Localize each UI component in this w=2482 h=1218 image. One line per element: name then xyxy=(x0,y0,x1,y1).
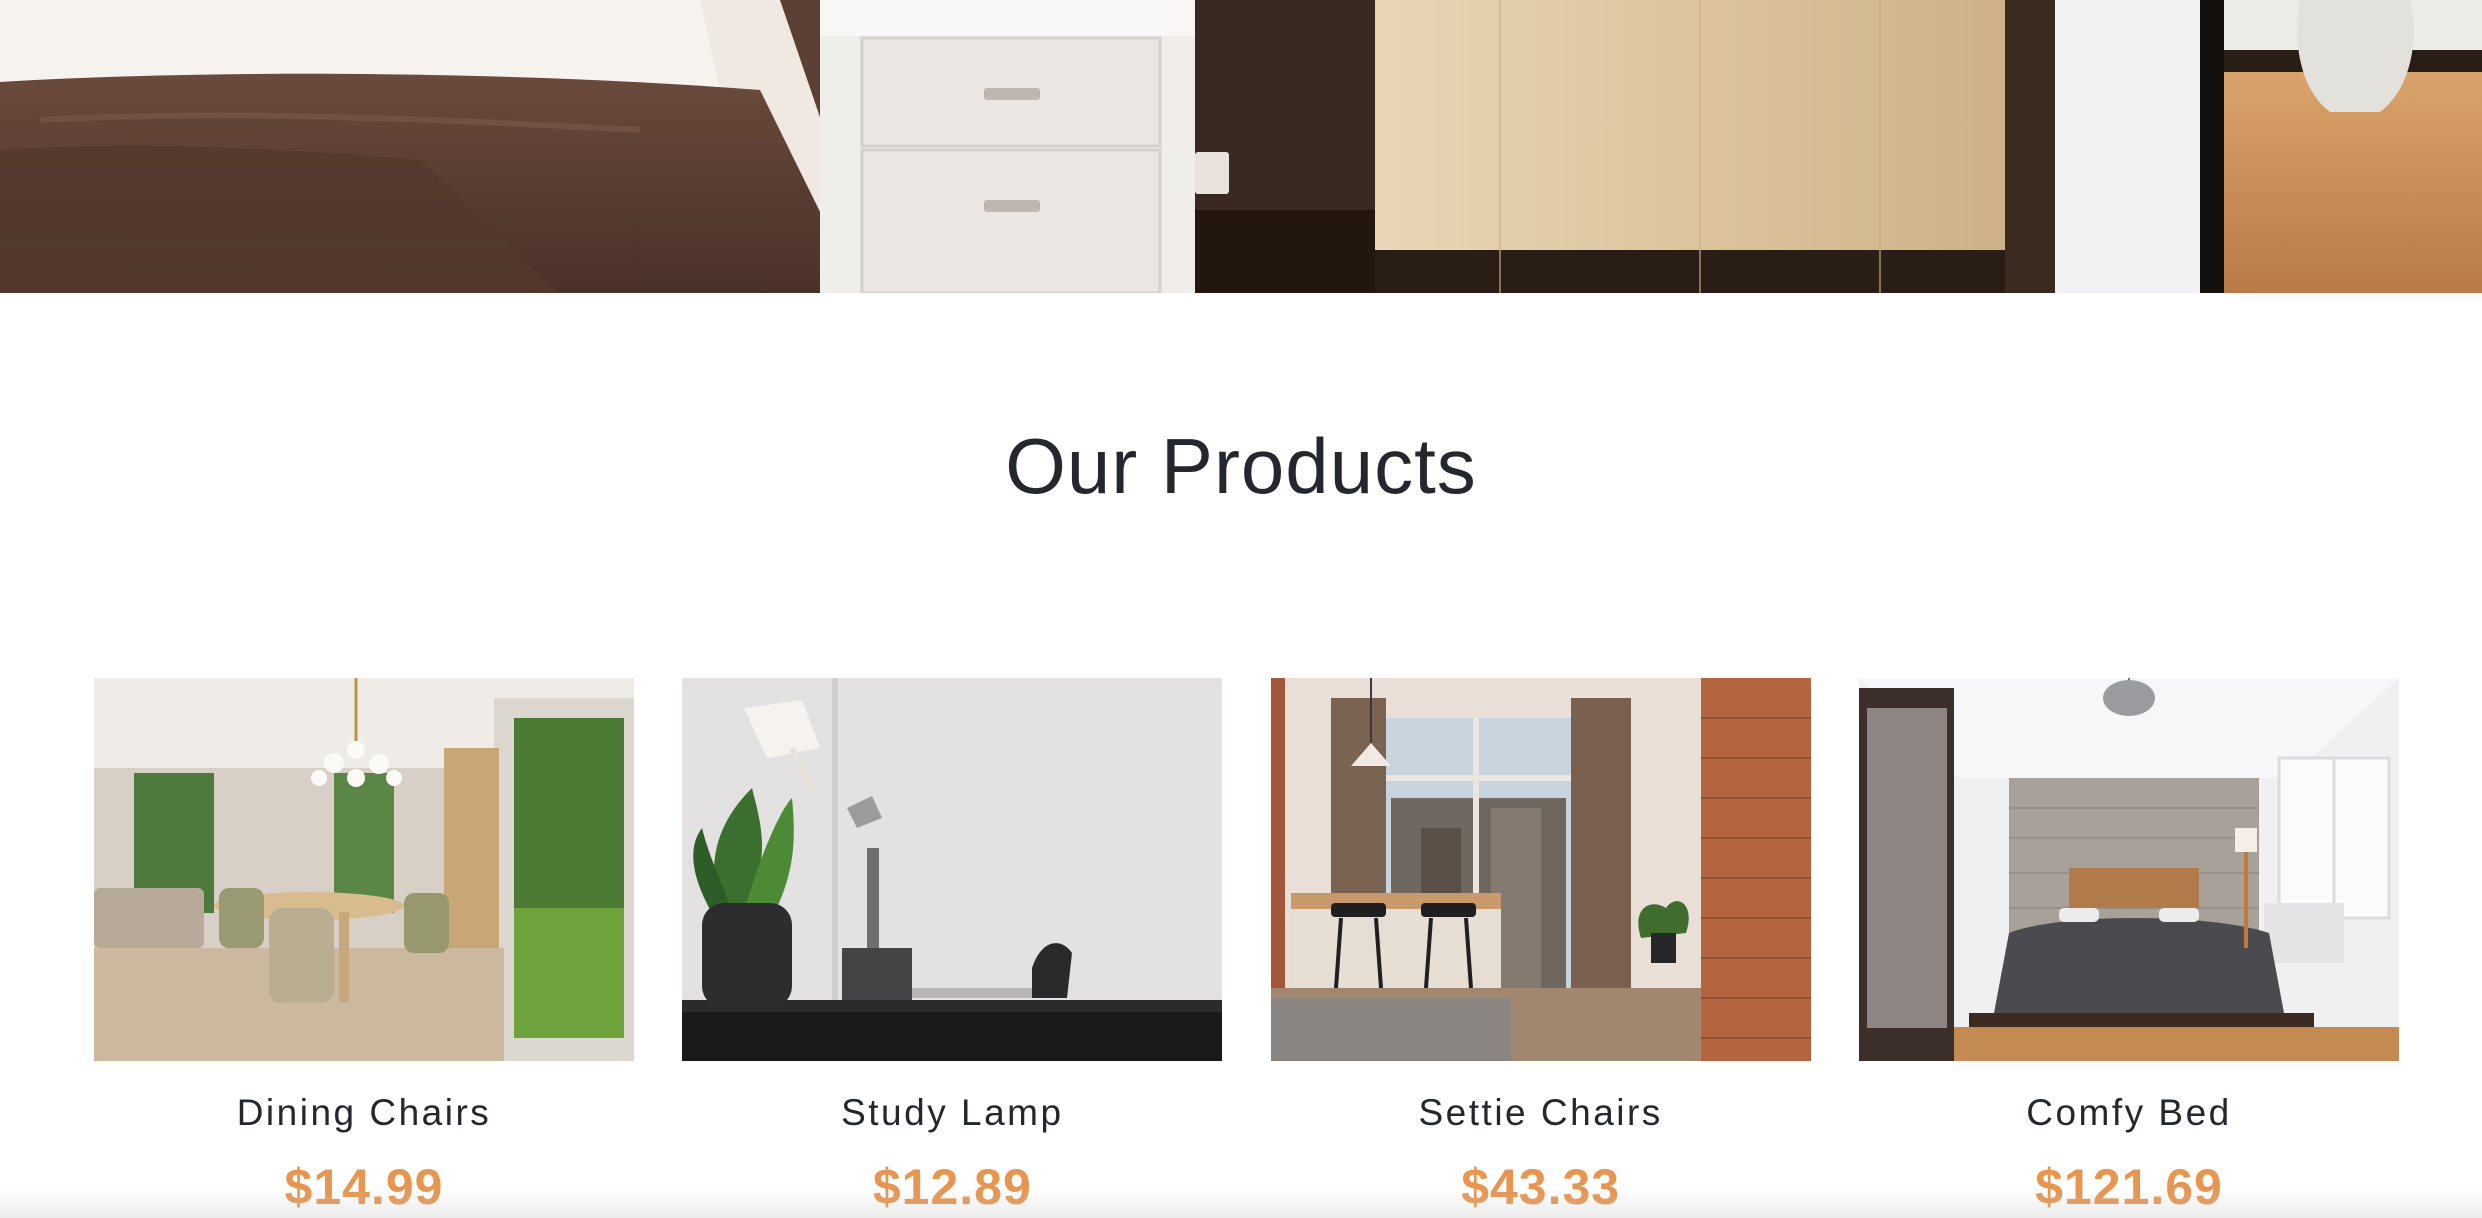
product-name[interactable]: Comfy Bed xyxy=(2026,1091,2232,1135)
product-image[interactable] xyxy=(682,678,1223,1061)
product-grid: Dining Chairs $14.99 xyxy=(94,678,2399,1217)
product-image[interactable] xyxy=(1270,678,1811,1061)
product-card-comfy-bed[interactable]: Comfy Bed $121.69 xyxy=(1858,678,2399,1217)
bedroom-bed-photo-icon xyxy=(1858,678,2399,1061)
product-image[interactable] xyxy=(94,678,634,1061)
product-name[interactable]: Dining Chairs xyxy=(237,1091,492,1135)
dining-room-photo-icon xyxy=(94,678,634,1061)
product-card-study-lamp[interactable]: Study Lamp $12.89 xyxy=(682,678,1223,1217)
apartment-kitchen-photo-icon xyxy=(1270,678,1811,1061)
hero-banner-image xyxy=(0,0,2482,293)
desk-lamp-photo-icon xyxy=(682,678,1223,1061)
product-name[interactable]: Study Lamp xyxy=(841,1091,1063,1135)
bedroom-photo-icon xyxy=(0,0,2482,293)
section-title: Our Products xyxy=(1005,422,1477,510)
product-image[interactable] xyxy=(1858,678,2399,1061)
product-name[interactable]: Settie Chairs xyxy=(1419,1091,1663,1135)
bottom-fade xyxy=(0,1188,2482,1218)
product-card-dining-chairs[interactable]: Dining Chairs $14.99 xyxy=(94,678,634,1217)
product-card-settie-chairs[interactable]: Settie Chairs $43.33 xyxy=(1270,678,1811,1217)
